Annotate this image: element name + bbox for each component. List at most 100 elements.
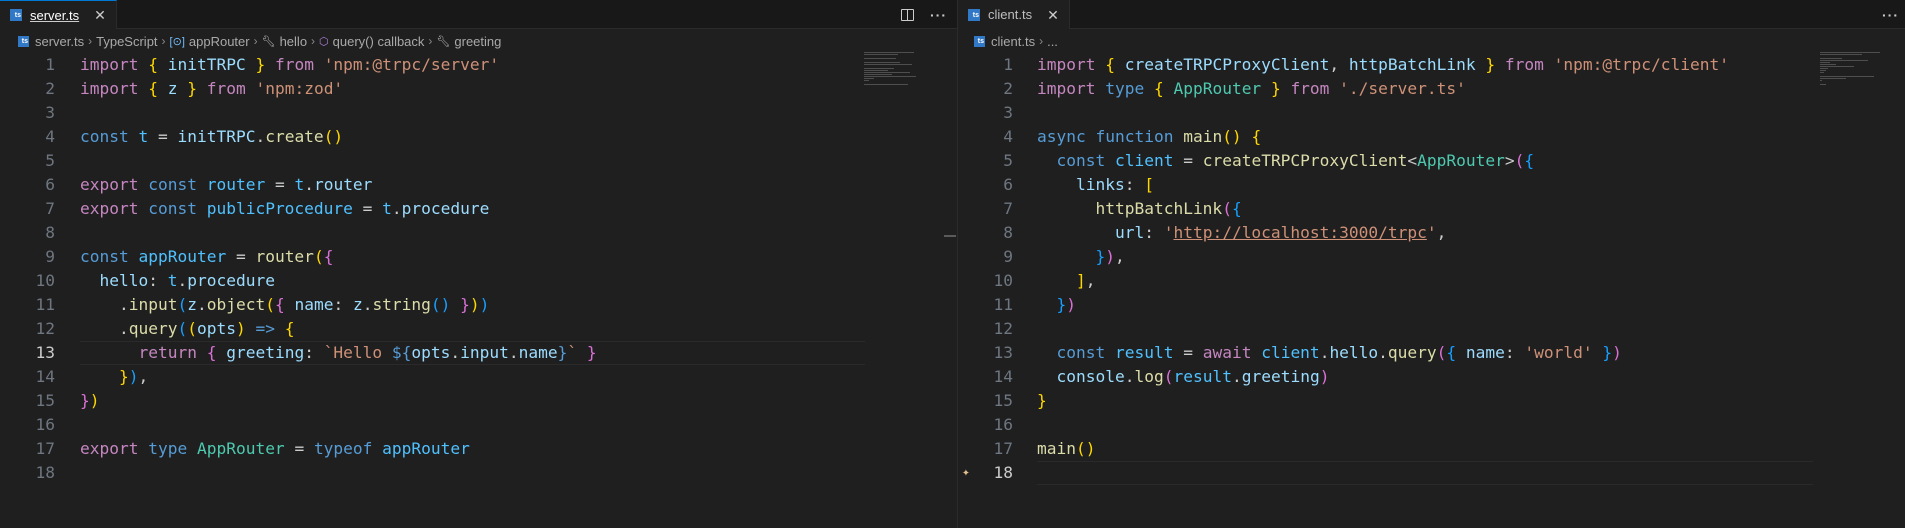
line-number: 2: [1003, 79, 1013, 98]
code-line: 3: [958, 101, 1905, 125]
code-line-current: ✦ 18: [958, 461, 1905, 485]
code-line: 8 url: 'http://localhost:3000/trpc',: [958, 221, 1905, 245]
line-number: 2: [45, 79, 55, 98]
code-line: 15}: [958, 389, 1905, 413]
code-text: }): [80, 391, 100, 410]
close-icon[interactable]: ✕: [92, 7, 108, 23]
tab-label: server.ts: [30, 7, 80, 23]
close-icon[interactable]: ✕: [1045, 7, 1061, 23]
code-text: url: 'http://localhost:3000/trpc',: [1114, 223, 1447, 242]
line-number: 4: [45, 127, 55, 146]
line-number: 9: [45, 247, 55, 266]
line-number: 18: [35, 463, 56, 482]
code-editor[interactable]: 1 import { createTRPCProxyClient, httpBat…: [958, 53, 1905, 528]
line-number: 4: [1003, 127, 1013, 146]
code-line: 16: [958, 413, 1905, 437]
line-number: 3: [45, 103, 55, 122]
breadcrumb-ellipsis[interactable]: ...: [1047, 34, 1058, 49]
code-text: .query((opts) => {: [80, 319, 295, 338]
code-line: 18: [0, 461, 957, 485]
breadcrumb-hello[interactable]: 🔧︎ hello: [262, 34, 307, 49]
code-text: ],: [1075, 271, 1096, 290]
more-actions-icon[interactable]: ···: [930, 7, 947, 23]
breadcrumb-language[interactable]: TypeScript: [96, 34, 157, 49]
line-number: 5: [1003, 151, 1013, 170]
code-line: 7 httpBatchLink({: [958, 197, 1905, 221]
chevron-right-icon: ›: [88, 34, 93, 48]
line-number: 6: [45, 175, 55, 194]
typescript-file-icon: [10, 9, 22, 22]
breadcrumb: server.ts › TypeScript › [⊙] appRouter ›…: [0, 30, 957, 52]
line-number: 1: [1003, 55, 1013, 74]
breadcrumb-query-callback[interactable]: ⬡ query() callback: [319, 34, 424, 49]
code-text: return { greeting: `Hello ${opts.input.n…: [138, 343, 597, 362]
breadcrumb-approuter[interactable]: [⊙] appRouter: [170, 34, 250, 49]
line-number: 16: [35, 415, 56, 434]
chevron-right-icon: ›: [161, 34, 166, 48]
code-line: 17 export type AppRouter = typeof appRout…: [0, 437, 957, 461]
code-line: 10 ],: [958, 269, 1905, 293]
code-line: 2 import { z } from 'npm:zod': [0, 77, 957, 101]
code-text: export const publicProcedure = t.procedu…: [80, 199, 490, 218]
line-number: 17: [993, 439, 1014, 458]
line-number: 8: [1003, 223, 1013, 242]
code-text: import { initTRPC } from 'npm:@trpc/serv…: [80, 55, 500, 74]
split-editor-icon[interactable]: [901, 8, 914, 21]
code-line-current: 13 return { greeting: `Hello ${opts.inpu…: [0, 341, 957, 365]
line-number: 17: [35, 439, 56, 458]
line-number: 14: [993, 367, 1014, 386]
breadcrumb-file[interactable]: server.ts: [18, 34, 84, 49]
line-number: 11: [993, 295, 1014, 314]
code-editor[interactable]: 1 import { initTRPC } from 'npm:@trpc/ser…: [0, 53, 957, 528]
code-text: export type AppRouter = typeof appRouter: [80, 439, 470, 458]
line-number: 15: [35, 391, 56, 410]
code-line: 11 }): [958, 293, 1905, 317]
code-line: 6 links: [: [958, 173, 1905, 197]
breadcrumb-file-label: server.ts: [35, 33, 85, 49]
tab-server-ts[interactable]: server.ts ✕: [0, 0, 117, 29]
line-number: 18: [993, 463, 1014, 482]
breadcrumb: client.ts › ...: [958, 30, 1905, 52]
breadcrumb-hello-label: hello: [279, 33, 308, 49]
editor-actions: ···: [901, 0, 947, 29]
chevron-right-icon: ›: [311, 34, 316, 48]
code-line: 14 }),: [0, 365, 957, 389]
code-text: }): [1056, 295, 1077, 314]
code-line: 8: [0, 221, 957, 245]
code-line: 9 }),: [958, 245, 1905, 269]
code-text: const result = await client.hello.query(…: [1056, 343, 1622, 362]
minimap[interactable]: [1820, 52, 1880, 102]
line-number: 12: [993, 319, 1014, 338]
wrench-icon: 🔧︎: [436, 35, 451, 48]
breadcrumb-greeting[interactable]: 🔧︎ greeting: [436, 34, 501, 49]
code-text: import type { AppRouter } from './server…: [1037, 79, 1466, 98]
code-text: import { createTRPCProxyClient, httpBatc…: [1037, 55, 1730, 74]
more-actions-icon[interactable]: ···: [1882, 7, 1899, 23]
typescript-file-icon: [18, 35, 29, 48]
wrench-icon: 🔧︎: [261, 35, 276, 48]
code-line: 6 export const router = t.router: [0, 173, 957, 197]
line-number: 8: [45, 223, 55, 242]
code-line: 7 export const publicProcedure = t.proced…: [0, 197, 957, 221]
code-text: .input(z.object({ name: z.string() })): [80, 295, 490, 314]
chevron-right-icon: ›: [1039, 34, 1044, 48]
breadcrumb-query-callback-label: query() callback: [332, 33, 425, 49]
minimap[interactable]: [864, 52, 924, 102]
code-line: 2 import type { AppRouter } from './serve…: [958, 77, 1905, 101]
line-number: 9: [1003, 247, 1013, 266]
chevron-right-icon: ›: [253, 34, 258, 48]
tab-client-ts[interactable]: client.ts ✕: [958, 0, 1070, 29]
line-number: 11: [35, 295, 56, 314]
tab-bar: client.ts ✕ ···: [958, 0, 1905, 29]
code-line: 9 const appRouter = router({: [0, 245, 957, 269]
line-number: 16: [993, 415, 1014, 434]
line-number: 3: [1003, 103, 1013, 122]
code-line: 13 const result = await client.hello.que…: [958, 341, 1905, 365]
code-line: 5: [0, 149, 957, 173]
editor-group-right: client.ts ✕ ··· client.ts › ... 1 import …: [958, 0, 1905, 528]
breadcrumb-file[interactable]: client.ts: [974, 34, 1035, 49]
line-number: 6: [1003, 175, 1013, 194]
breadcrumb-file-label: client.ts: [991, 33, 1036, 49]
code-line: 1 import { initTRPC } from 'npm:@trpc/ser…: [0, 53, 957, 77]
code-text: console.log(result.greeting): [1056, 367, 1330, 386]
